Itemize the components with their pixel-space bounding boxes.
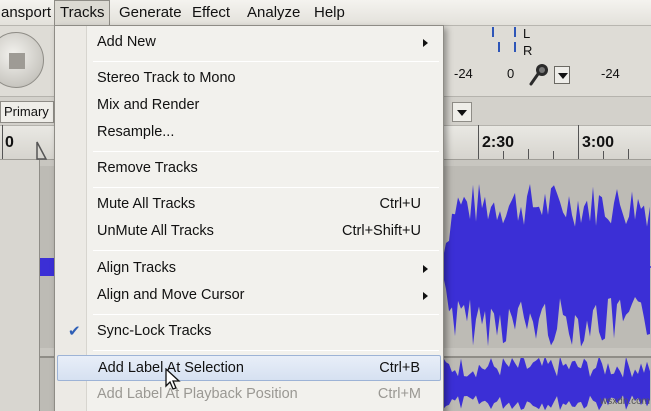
meter-peak-mark [498, 42, 500, 52]
meter-left-label: L [523, 26, 531, 41]
meter-scale-label: -24 [601, 66, 620, 81]
meter-peak-mark [492, 27, 494, 37]
menu-item-shortcut: Ctrl+U [379, 196, 422, 212]
channels-dropdown-button[interactable] [452, 102, 472, 122]
menu-bar: ansport Tracks Generate Effect Analyze H… [0, 0, 651, 26]
menu-analyze[interactable]: Analyze [242, 0, 305, 26]
menu-separator [93, 187, 439, 188]
device-select[interactable]: Primary S [0, 101, 54, 123]
menu-item-sync-lock-tracks[interactable]: ✔ Sync-Lock Tracks [57, 319, 441, 345]
meter-scale-label: 0 [507, 66, 515, 81]
menu-item-label: Stereo Track to Mono [97, 70, 236, 86]
menu-item-add-label-at-playback-position[interactable]: Add Label At Playback Position Ctrl+M [57, 382, 441, 408]
menu-item-label: Remove Tracks [97, 160, 198, 176]
submenu-arrow-icon [423, 265, 428, 273]
menu-separator [93, 314, 439, 315]
menu-item-label: Align Tracks [97, 260, 176, 276]
ruler-tick [503, 151, 504, 159]
menu-item-stereo-to-mono[interactable]: Stereo Track to Mono [57, 66, 441, 92]
ruler-tick [603, 151, 604, 159]
menu-item-label: UnMute All Tracks [97, 223, 214, 239]
menu-tracks[interactable]: Tracks [54, 0, 111, 26]
track-control-panel[interactable] [0, 160, 40, 411]
menu-item-label: Sync-Lock Tracks [97, 323, 212, 339]
menu-transport[interactable]: ansport [0, 0, 56, 26]
menu-item-align-tracks[interactable]: Align Tracks [57, 256, 441, 282]
meter-peak-mark [514, 27, 516, 37]
menu-item-label: Align and Move Cursor [97, 287, 245, 303]
ruler-label: 2:30 [482, 134, 515, 151]
ruler-label: 0 [5, 134, 14, 151]
microphone-dropdown-button[interactable] [554, 66, 570, 84]
checkmark-icon: ✔ [68, 323, 81, 340]
menu-item-label: Mix and Render [97, 97, 200, 113]
tracks-menu: Add New Stereo Track to Mono Mix and Ren… [54, 25, 444, 411]
mouse-cursor-icon [165, 368, 181, 390]
microphone-icon[interactable] [528, 63, 550, 87]
menu-item-remove-tracks[interactable]: Remove Tracks [57, 156, 441, 182]
ruler-tick [553, 151, 554, 159]
meter-peak-mark [514, 42, 516, 52]
submenu-arrow-icon [423, 39, 428, 47]
menu-item-shortcut: Ctrl+M [377, 386, 421, 402]
menu-item-unmute-all[interactable]: UnMute All Tracks Ctrl+Shift+U [57, 219, 441, 245]
play-head-marker-icon[interactable] [36, 138, 48, 160]
menu-separator [93, 350, 439, 351]
menu-item-mute-all[interactable]: Mute All Tracks Ctrl+U [57, 192, 441, 218]
menu-item-mix-and-render[interactable]: Mix and Render [57, 93, 441, 119]
menu-item-add-label-at-selection[interactable]: Add Label At Selection Ctrl+B [57, 355, 441, 381]
ruler-tick [528, 149, 529, 159]
menu-item-label: Add New [97, 34, 156, 50]
menu-separator [93, 151, 439, 152]
stop-button[interactable] [0, 32, 44, 88]
menu-separator [93, 61, 439, 62]
menu-item-label: Resample... [97, 124, 175, 140]
ruler-label: 3:00 [582, 134, 615, 151]
menu-effect[interactable]: Effect [187, 0, 235, 26]
menu-help[interactable]: Help [309, 0, 350, 26]
submenu-arrow-icon [423, 292, 428, 300]
ruler-tick [628, 149, 629, 159]
menu-item-add-new[interactable]: Add New [57, 30, 441, 56]
menu-item-align-and-move-cursor[interactable]: Align and Move Cursor [57, 283, 441, 309]
menu-separator [93, 250, 439, 251]
meter-scale-label: -24 [454, 66, 473, 81]
stop-icon [9, 53, 25, 69]
ruler-tick [2, 125, 3, 159]
device-select-label: Primary S [4, 104, 53, 119]
ruler-tick [578, 125, 579, 159]
watermark-text: wsxdn.com [600, 396, 651, 407]
menu-item-shortcut: Ctrl+B [379, 360, 420, 376]
menu-item-label: Mute All Tracks [97, 196, 196, 212]
ruler-tick [478, 125, 479, 159]
menu-generate[interactable]: Generate [114, 0, 187, 26]
menu-item-label: Add Label At Playback Position [97, 386, 298, 402]
menu-item-resample[interactable]: Resample... [57, 120, 441, 146]
menu-item-shortcut: Ctrl+Shift+U [342, 223, 421, 239]
meter-right-label: R [523, 43, 533, 58]
